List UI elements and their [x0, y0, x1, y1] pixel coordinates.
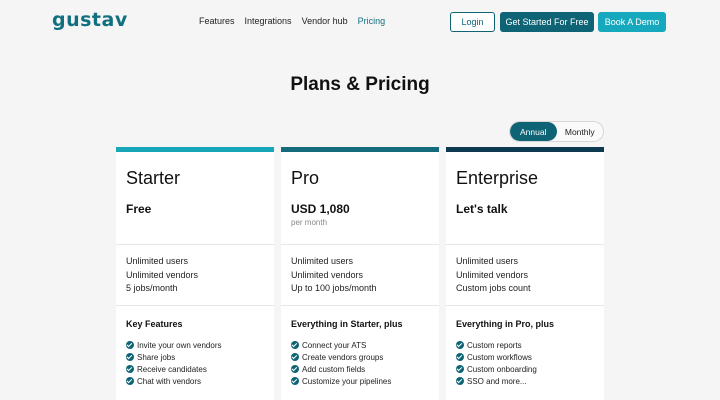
plan-name: Pro [291, 168, 320, 188]
check-circle-icon [291, 353, 299, 361]
plan-period: per month [291, 218, 328, 227]
get-started-button[interactable]: Get Started For Free [500, 12, 594, 32]
plan-color-bar [281, 147, 439, 152]
plan-limits: Unlimited users Unlimited vendors 5 jobs… [126, 255, 198, 296]
plan-card-pro: Pro USD 1,080 per month Unlimited users … [281, 147, 439, 400]
toggle-annual[interactable]: Annual [510, 122, 557, 141]
feature-item: Create vendors groups [291, 351, 391, 363]
billing-toggle[interactable]: Annual Monthly [509, 121, 604, 142]
check-circle-icon [126, 365, 134, 373]
check-circle-icon [291, 341, 299, 349]
limit-jobs: 5 jobs/month [126, 283, 178, 293]
features-title: Everything in Pro, plus [456, 319, 555, 329]
divider [281, 305, 439, 306]
site-header: gustav Features Integrations Vendor hub … [0, 0, 720, 44]
divider [446, 244, 604, 245]
check-circle-icon [126, 353, 134, 361]
check-circle-icon [291, 377, 299, 385]
feature-list: Connect your ATS Create vendors groups A… [291, 339, 391, 387]
feature-item: Share jobs [126, 351, 222, 363]
features-title: Key Features [126, 319, 183, 329]
nav-vendor-hub[interactable]: Vendor hub [302, 16, 348, 26]
feature-item: Add custom fields [291, 363, 391, 375]
feature-item: Connect your ATS [291, 339, 391, 351]
feature-item: Custom reports [456, 339, 537, 351]
limit-vendors: Unlimited vendors [456, 269, 529, 280]
plan-price: Free [126, 202, 152, 216]
plan-price: Let's talk [456, 202, 508, 216]
plan-card-starter: Starter Free Unlimited users Unlimited v… [116, 147, 274, 400]
nav-pricing[interactable]: Pricing [358, 16, 386, 26]
feature-list: Invite your own vendors Share jobs Recei… [126, 339, 222, 387]
plan-name: Starter [126, 168, 181, 188]
feature-item: Invite your own vendors [126, 339, 222, 351]
limit-users: Unlimited users [456, 256, 519, 266]
feature-item: Chat with vendors [126, 375, 222, 387]
check-circle-icon [291, 365, 299, 373]
logo[interactable]: gustav [52, 9, 128, 31]
plan-limits: Unlimited users Unlimited vendors Custom… [456, 255, 531, 296]
main-nav: Features Integrations Vendor hub Pricing [199, 16, 385, 26]
limit-users: Unlimited users [291, 256, 354, 266]
check-circle-icon [456, 341, 464, 349]
check-circle-icon [456, 377, 464, 385]
limit-jobs: Custom jobs count [456, 283, 531, 293]
plan-color-bar [446, 147, 604, 152]
check-circle-icon [126, 341, 134, 349]
divider [116, 305, 274, 306]
nav-features[interactable]: Features [199, 16, 235, 26]
feature-list: Custom reports Custom workflows Custom o… [456, 339, 537, 387]
limit-users: Unlimited users [126, 256, 189, 266]
check-circle-icon [126, 377, 134, 385]
divider [281, 244, 439, 245]
plan-price: USD 1,080 [291, 202, 350, 216]
feature-item: SSO and more... [456, 375, 537, 387]
limit-vendors: Unlimited vendors [126, 269, 199, 280]
feature-item: Custom onboarding [456, 363, 537, 375]
feature-item: Receive candidates [126, 363, 222, 375]
feature-item: Custom workflows [456, 351, 537, 363]
check-circle-icon [456, 365, 464, 373]
book-demo-button[interactable]: Book A Demo [598, 12, 666, 32]
limit-jobs: Up to 100 jobs/month [291, 283, 377, 293]
divider [446, 305, 604, 306]
plan-limits: Unlimited users Unlimited vendors Up to … [291, 255, 377, 296]
feature-item: Customize your pipelines [291, 375, 391, 387]
page-title: Plans & Pricing [290, 74, 430, 95]
plan-card-enterprise: Enterprise Let's talk Unlimited users Un… [446, 147, 604, 400]
divider [116, 244, 274, 245]
check-circle-icon [456, 353, 464, 361]
toggle-monthly[interactable]: Monthly [557, 122, 604, 141]
plan-color-bar [116, 147, 274, 152]
limit-vendors: Unlimited vendors [291, 269, 364, 280]
login-button[interactable]: Login [450, 12, 495, 32]
plan-name: Enterprise [456, 168, 539, 188]
features-title: Everything in Starter, plus [291, 319, 403, 329]
nav-integrations[interactable]: Integrations [245, 16, 292, 26]
